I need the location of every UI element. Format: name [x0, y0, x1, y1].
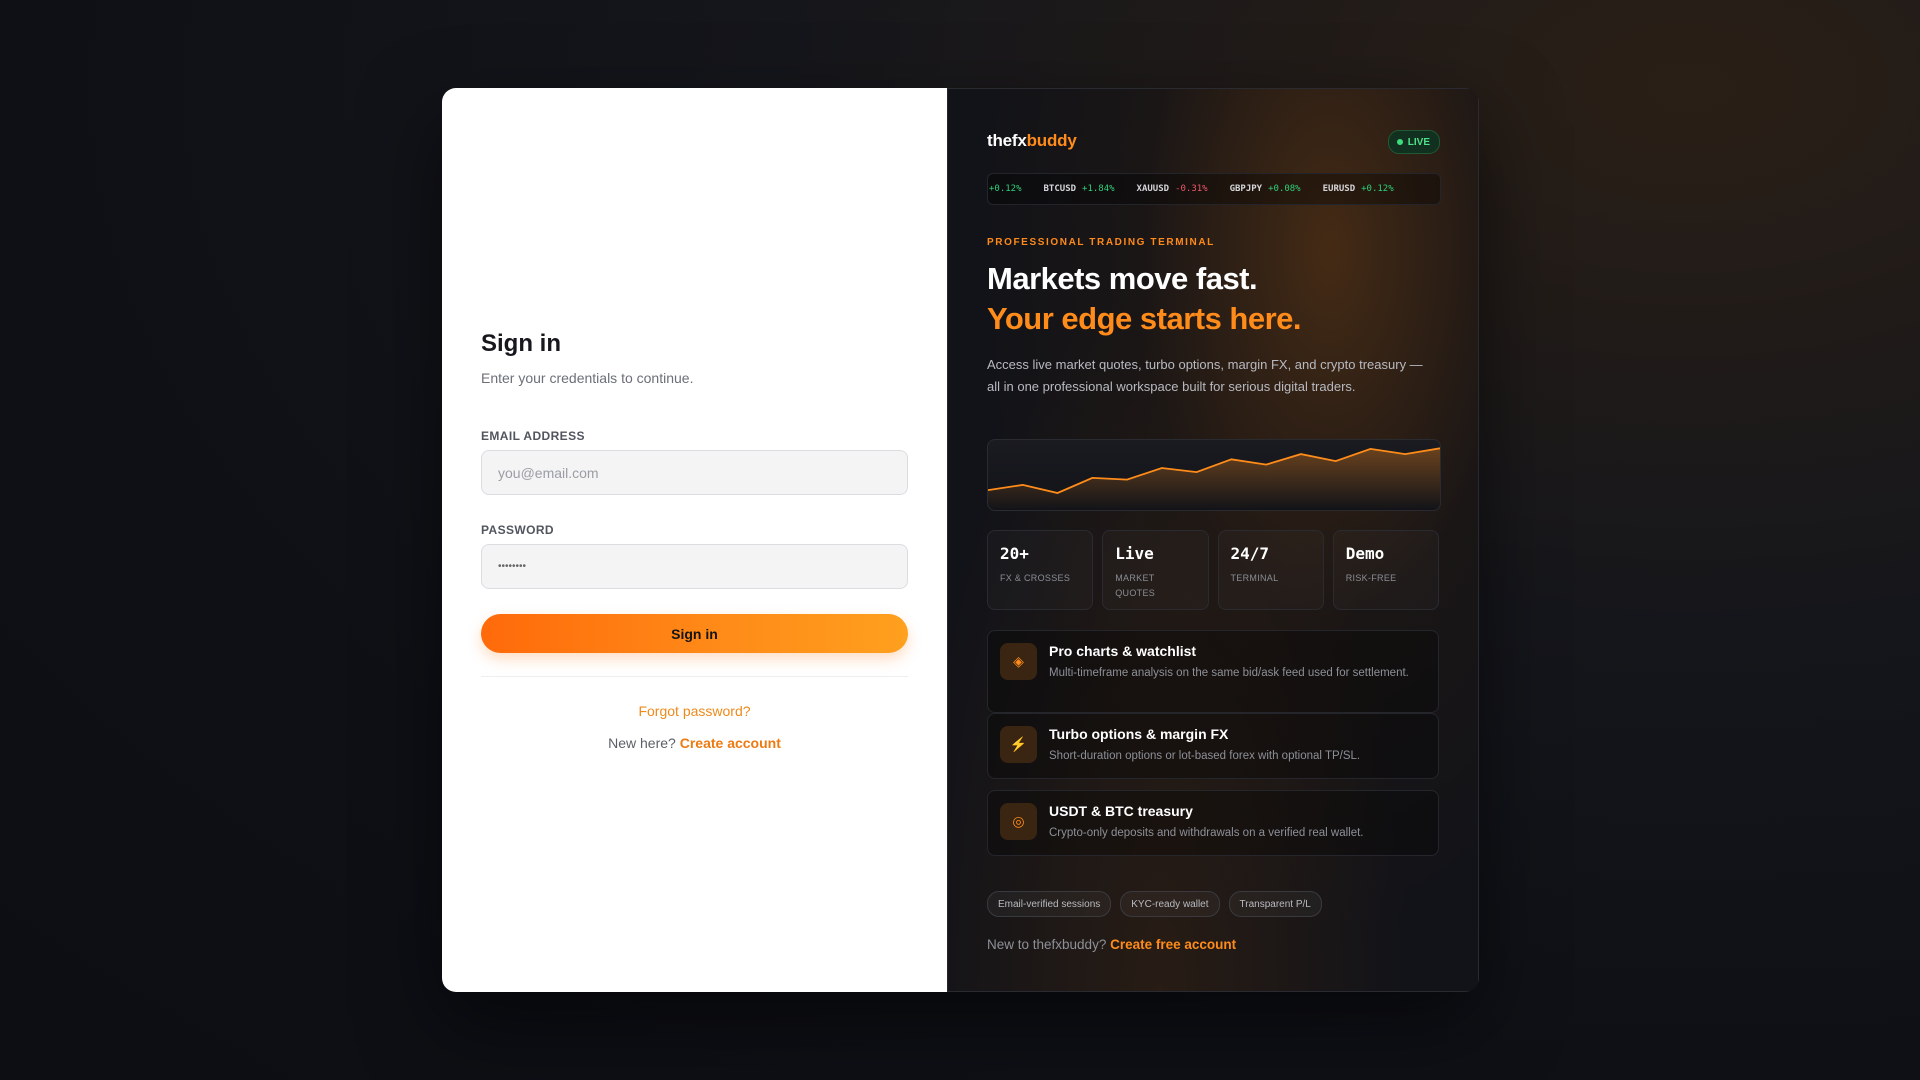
- ticker-change: -0.31%: [1175, 184, 1208, 194]
- stat-value: 20+: [1000, 544, 1029, 563]
- diamond-icon: ◈: [1000, 643, 1037, 680]
- live-badge: LIVE: [1387, 130, 1440, 154]
- stat-label: MARKET QUOTES: [1115, 573, 1156, 598]
- stat-card: Demo RISK-FREE: [1332, 530, 1439, 610]
- signin-subtitle: Enter your credentials to continue.: [481, 370, 694, 386]
- stat-label: TERMINAL: [1230, 573, 1279, 583]
- feature-title: USDT & BTC treasury: [1049, 803, 1193, 819]
- password-field[interactable]: [481, 544, 908, 589]
- sparkline-svg: [988, 447, 1440, 510]
- stat-value: Live: [1115, 544, 1154, 563]
- feature-description: Multi-timeframe analysis on the same bid…: [1049, 667, 1409, 679]
- brand-part-2: buddy: [1026, 131, 1077, 150]
- signin-panel: Sign in Enter your credentials to contin…: [442, 88, 947, 992]
- login-card: Sign in Enter your credentials to contin…: [442, 88, 1479, 992]
- password-label: PASSWORD: [481, 523, 554, 537]
- headline-line-1: Markets move fast.: [987, 261, 1258, 296]
- target-icon: ◎: [1000, 803, 1037, 840]
- feature-title: Pro charts & watchlist: [1049, 643, 1197, 659]
- signin-title: Sign in: [481, 330, 561, 357]
- divider: [481, 676, 908, 677]
- ticker-symbol: BTCUSD: [1043, 184, 1077, 194]
- ticker-item: EURUSD +0.12%: [1323, 184, 1394, 194]
- stat-card: Live MARKET QUOTES: [1102, 530, 1209, 610]
- ticker-change: +0.08%: [1268, 184, 1301, 194]
- stat-label: RISK-FREE: [1345, 573, 1397, 583]
- new-here-row: New here? Create account: [442, 735, 947, 751]
- promo-description: Access live market quotes, turbo options…: [987, 357, 1423, 394]
- trust-chip: Email-verified sessions: [987, 891, 1112, 917]
- live-dot-icon: [1396, 139, 1403, 145]
- ticker-item: XAUUSD -0.31%: [1137, 184, 1208, 194]
- new-here-text: New here?: [608, 735, 676, 751]
- trust-chips: Email-verified sessions KYC-ready wallet T…: [987, 891, 1322, 917]
- feature-description: Short-duration options or lot-based fore…: [1049, 750, 1361, 762]
- create-free-account-link[interactable]: Create free account: [1110, 937, 1236, 952]
- stat-card: 20+ FX & CROSSES: [987, 530, 1094, 610]
- ticker-change: +0.12%: [989, 184, 1022, 194]
- eyebrow-label: PROFESSIONAL TRADING TERMINAL: [987, 237, 1215, 248]
- sparkline-area: [988, 448, 1440, 510]
- stat-card: 24/7 TERMINAL: [1217, 530, 1324, 610]
- trust-chip: KYC-ready wallet: [1120, 891, 1220, 917]
- brand-logo: thefxbuddy: [987, 131, 1077, 151]
- feature-card: ⚡ Turbo options & margin FX Short-duration…: [987, 713, 1439, 779]
- forgot-password-link[interactable]: Forgot password?: [442, 703, 947, 719]
- brand-part-1: thefx: [987, 131, 1027, 150]
- feature-description: Crypto-only deposits and withdrawals on …: [1049, 827, 1364, 839]
- ticker-change: +1.84%: [1082, 184, 1115, 194]
- stat-label: FX & CROSSES: [1000, 573, 1071, 583]
- ticker-item: GBPJPY +0.08%: [1230, 184, 1301, 194]
- ticker-symbol: EURUSD: [1322, 184, 1356, 194]
- live-label: LIVE: [1407, 136, 1430, 148]
- ticker-item: +0.12%: [988, 184, 1022, 194]
- promo-panel: thefxbuddy LIVE +0.12% BTCUSD +1.84% XAUUSD…: [947, 88, 1479, 992]
- bottom-cta-text: New to thefxbuddy?: [987, 937, 1107, 952]
- bottom-cta: New to thefxbuddy? Create free account: [987, 937, 1236, 952]
- stats-row: 20+ FX & CROSSES Live MARKET QUOTES 24/7 TERM…: [987, 530, 1439, 610]
- feature-card: ◈ Pro charts & watchlist Multi-timeframe a…: [987, 630, 1439, 713]
- email-label: EMAIL ADDRESS: [481, 429, 585, 443]
- create-account-link[interactable]: Create account: [680, 735, 781, 751]
- ticker-change: +0.12%: [1361, 184, 1394, 194]
- feature-card: ◎ USDT & BTC treasury Crypto-only deposits…: [987, 790, 1439, 856]
- trust-chip: Transparent P/L: [1228, 891, 1322, 917]
- lightning-icon: ⚡: [1000, 726, 1037, 763]
- signin-button[interactable]: Sign in: [481, 614, 908, 653]
- stat-value: 24/7: [1230, 544, 1270, 563]
- sparkline-chart: [987, 439, 1441, 511]
- ticker-strip: +0.12% BTCUSD +1.84% XAUUSD -0.31% GBPJPY +0.0…: [987, 173, 1441, 205]
- email-field[interactable]: [481, 450, 908, 495]
- headline-line-2: Your edge starts here.: [987, 301, 1302, 336]
- ticker-item: BTCUSD +1.84%: [1044, 184, 1115, 194]
- ticker-track: +0.12% BTCUSD +1.84% XAUUSD -0.31% GBPJPY +0.0…: [988, 184, 1416, 194]
- ticker-symbol: GBPJPY: [1229, 184, 1263, 194]
- feature-title: Turbo options & margin FX: [1049, 726, 1229, 742]
- stat-value: Demo: [1345, 544, 1385, 563]
- ticker-symbol: XAUUSD: [1136, 184, 1170, 194]
